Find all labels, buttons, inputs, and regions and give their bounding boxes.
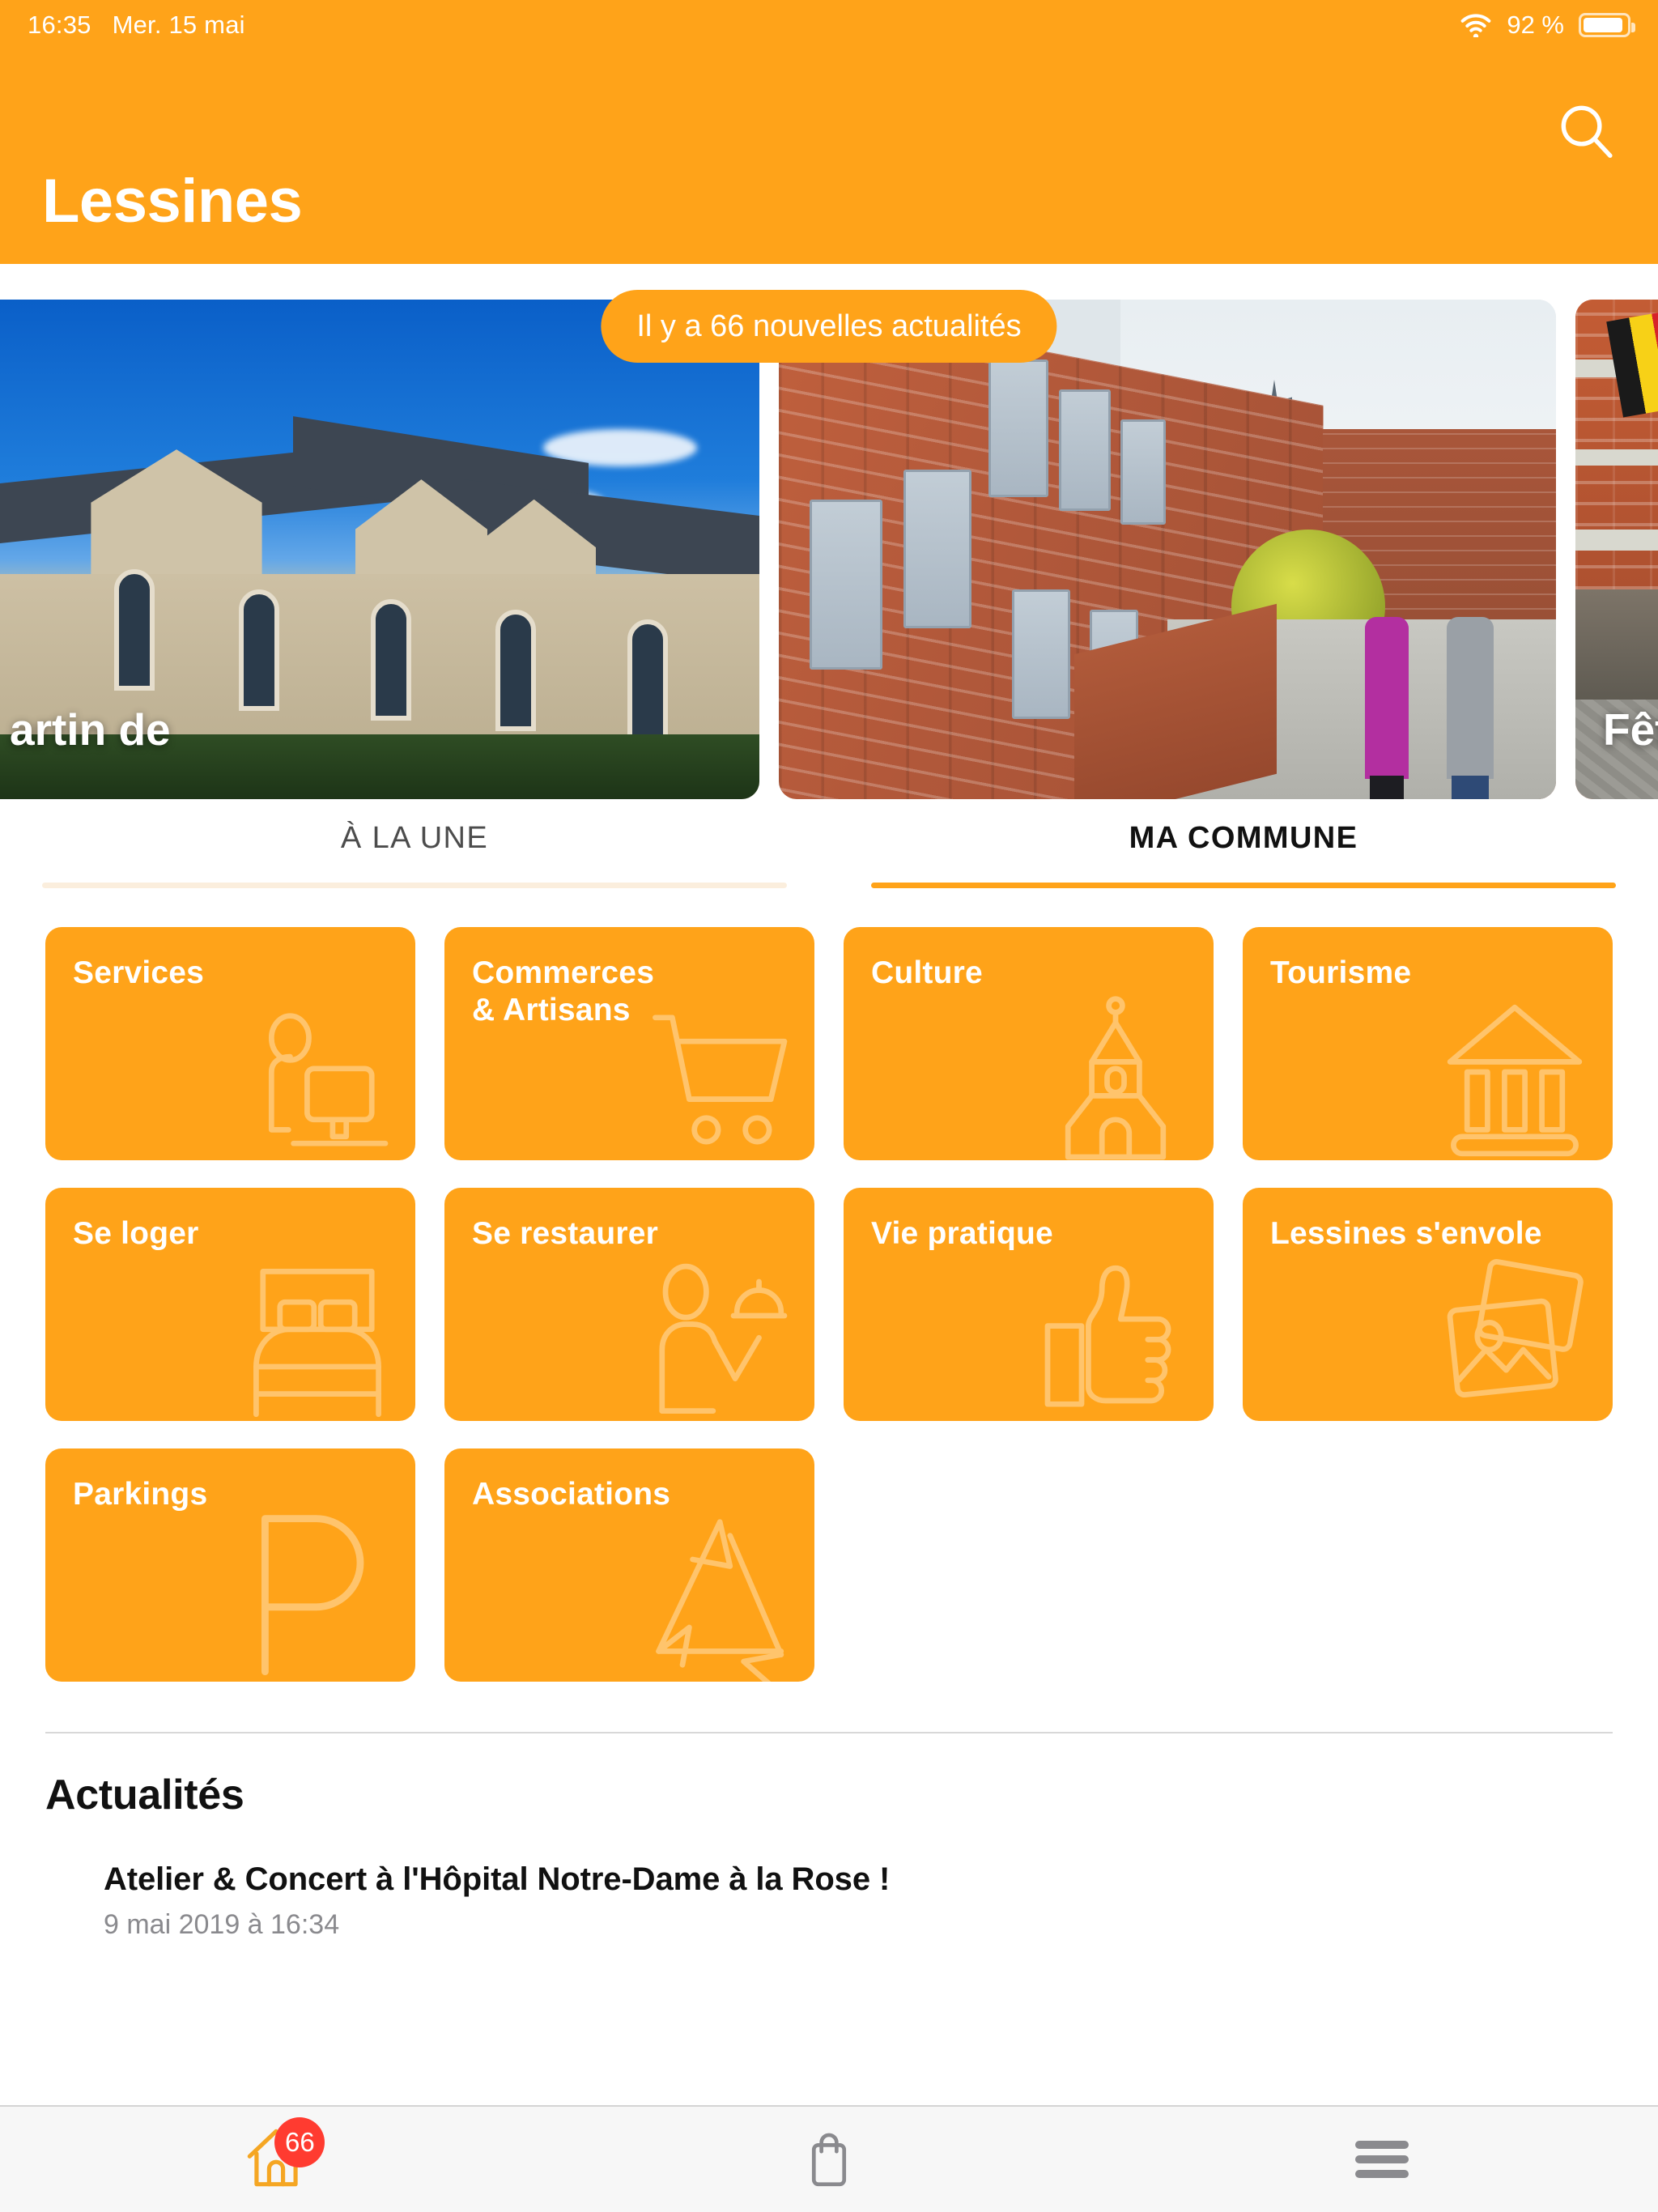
- tab-ma-commune-underline: [871, 883, 1616, 888]
- carousel-slide-3[interactable]: Fêtes Historiques: [1575, 300, 1658, 799]
- tile-services[interactable]: Services: [45, 927, 415, 1160]
- tile-commerces-artisans[interactable]: Commerces & Artisans: [444, 927, 814, 1160]
- battery-percent: 92 %: [1507, 11, 1564, 39]
- status-bar: 16:35 Mer. 15 mai 92 %: [0, 0, 1658, 50]
- tile-associations[interactable]: Associations: [444, 1448, 814, 1682]
- wifi-icon: [1460, 13, 1492, 39]
- carousel-track[interactable]: artin de Fê: [0, 300, 1658, 799]
- tab-a-la-une-label: À LA UNE: [340, 820, 489, 855]
- tab-ma-commune-label: MA COMMUNE: [1129, 820, 1358, 855]
- bottom-tab-bar: 66: [0, 2105, 1658, 2212]
- tab-a-la-une[interactable]: À LA UNE: [0, 799, 829, 888]
- thumbs-up-icon: [1031, 1240, 1201, 1421]
- tile-vie-pratique-label: Vie pratique: [871, 1216, 1053, 1251]
- category-grid: Services Commerces & Artisans Culture To…: [45, 927, 1613, 1682]
- news-section: Actualités Atelier & Concert à l'Hôpital…: [0, 1733, 1658, 1941]
- tile-tourisme[interactable]: Tourisme: [1243, 927, 1613, 1160]
- carousel-slide-1[interactable]: artin de: [0, 300, 759, 799]
- bed-icon: [232, 1240, 402, 1421]
- carousel-slide-1-caption: artin de: [10, 704, 171, 755]
- tile-lessines-senvole-label: Lessines s'envole: [1270, 1216, 1542, 1251]
- home-badge: 66: [274, 2117, 325, 2167]
- status-bar-time: 16:35: [28, 11, 91, 39]
- tile-parkings[interactable]: Parkings: [45, 1448, 415, 1682]
- tile-services-label: Services: [73, 955, 205, 990]
- carousel-slide-2[interactable]: [779, 300, 1556, 799]
- tab-bar-item-menu[interactable]: [1105, 2122, 1658, 2197]
- tile-se-loger-label: Se loger: [73, 1216, 199, 1251]
- tile-culture[interactable]: Culture: [844, 927, 1214, 1160]
- tile-se-restaurer[interactable]: Se restaurer: [444, 1188, 814, 1421]
- battery-icon: [1579, 13, 1635, 37]
- carousel-slide-3-caption: Fêtes Historiques: [1603, 704, 1658, 755]
- news-item-date: 9 mai 2019 à 16:34: [104, 1909, 340, 1940]
- section-tabs: À LA UNE MA COMMUNE: [0, 799, 1658, 888]
- church-icon: [1031, 979, 1201, 1160]
- tile-lessines-senvole[interactable]: Lessines s'envole: [1243, 1188, 1613, 1421]
- tile-parkings-label: Parkings: [73, 1477, 208, 1512]
- search-icon[interactable]: [1551, 96, 1621, 165]
- shopping-bag-icon: [797, 2126, 861, 2193]
- desk-person-icon: [232, 979, 402, 1160]
- new-articles-pill[interactable]: Il y a 66 nouvelles actualités: [601, 290, 1057, 363]
- news-heading: Actualités: [45, 1772, 244, 1819]
- tab-ma-commune[interactable]: MA COMMUNE: [829, 799, 1658, 888]
- tab-a-la-une-underline: [42, 883, 787, 888]
- tile-tourisme-label: Tourisme: [1270, 955, 1412, 990]
- photos-icon: [1430, 1240, 1600, 1421]
- waiter-icon: [631, 1240, 801, 1421]
- category-grid-container: Services Commerces & Artisans Culture To…: [0, 888, 1658, 1682]
- hamburger-menu-icon: [1354, 2141, 1409, 2178]
- tile-se-restaurer-label: Se restaurer: [472, 1216, 659, 1251]
- tile-associations-label: Associations: [472, 1477, 671, 1512]
- tile-se-loger[interactable]: Se loger: [45, 1188, 415, 1421]
- parking-p-icon: [224, 1500, 394, 1682]
- app-header: Lessines: [0, 50, 1658, 264]
- tab-bar-item-home[interactable]: 66: [0, 2117, 553, 2197]
- tab-bar-item-shop[interactable]: [553, 2122, 1106, 2197]
- museum-icon: [1430, 979, 1600, 1160]
- tile-vie-pratique[interactable]: Vie pratique: [844, 1188, 1214, 1421]
- status-bar-date: Mer. 15 mai: [112, 11, 245, 39]
- tile-commerces-artisans-label: Commerces & Artisans: [472, 955, 655, 1028]
- rue-hopital-notre-dame-image: [779, 300, 1556, 799]
- shopping-cart-icon: [631, 979, 801, 1160]
- tile-culture-label: Culture: [871, 955, 983, 990]
- recycle-arrows-icon: [631, 1500, 801, 1682]
- news-item-title: Atelier & Concert à l'Hôpital Notre-Dame…: [104, 1861, 891, 1897]
- page-title: Lessines: [42, 167, 303, 236]
- news-list-item[interactable]: Atelier & Concert à l'Hôpital Notre-Dame…: [45, 1861, 1613, 1941]
- app-screen: 16:35 Mer. 15 mai 92 % Lessines artin de…: [0, 0, 1658, 2212]
